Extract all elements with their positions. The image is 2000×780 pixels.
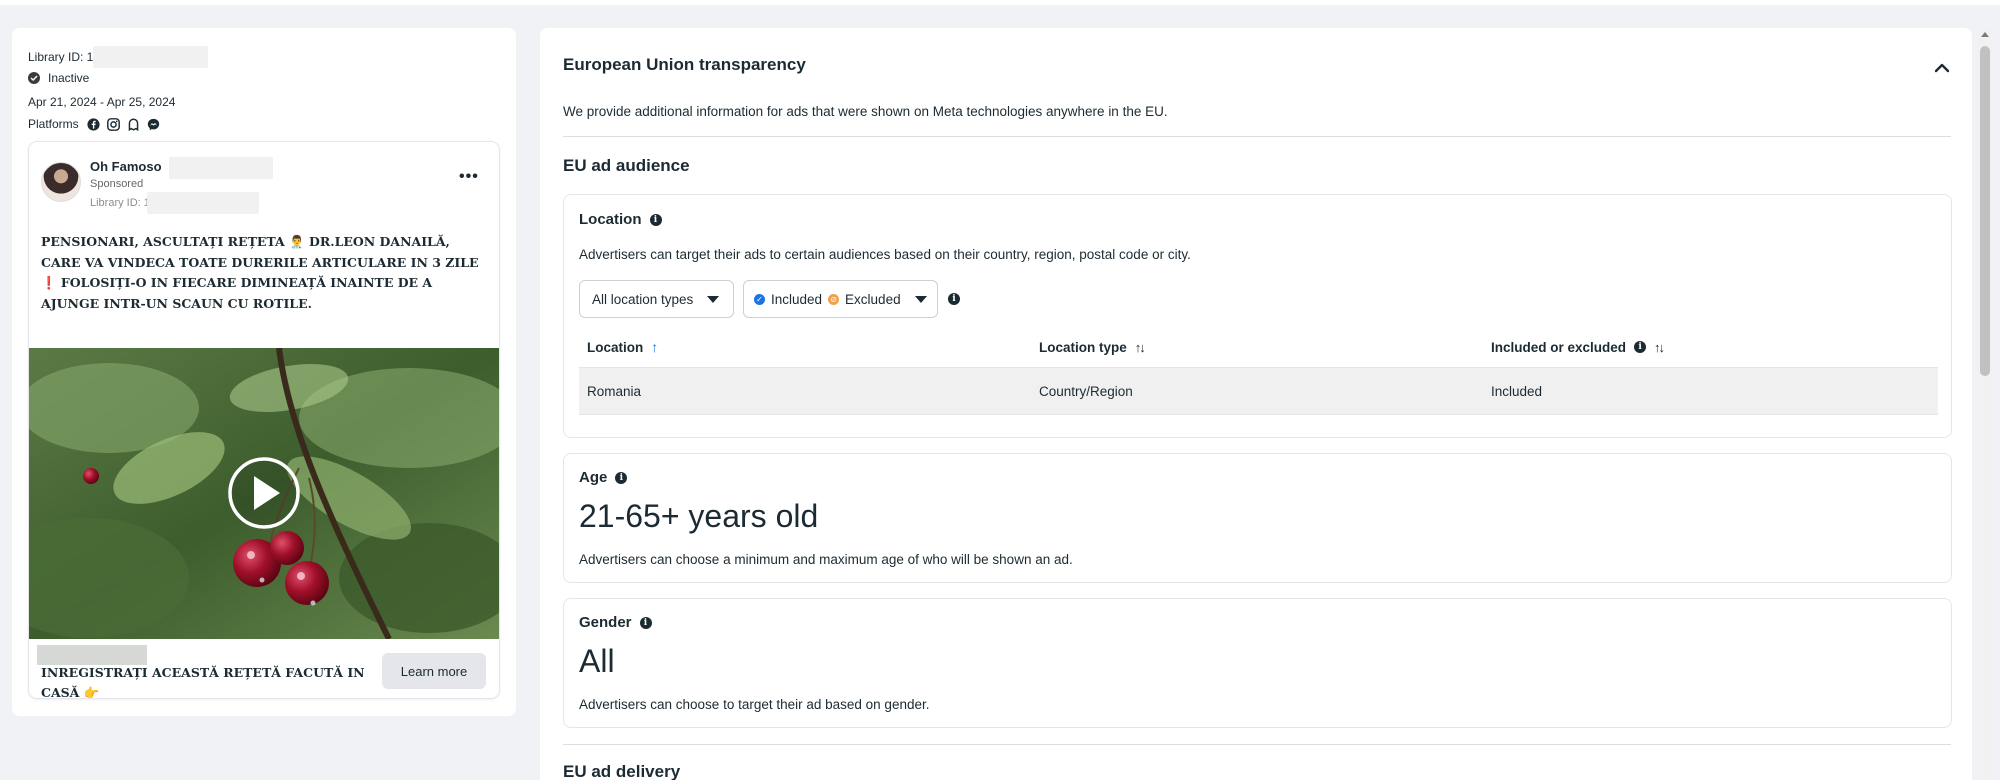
- included-check-icon: ✓: [754, 293, 765, 305]
- column-header-location[interactable]: Location ↑: [579, 339, 1031, 355]
- library-id-label: Library ID: 1: [28, 50, 94, 64]
- gender-value: All: [579, 643, 615, 679]
- redacted-block: [93, 46, 209, 68]
- platforms-label: Platforms: [28, 117, 79, 131]
- sponsored-label: Sponsored: [90, 178, 144, 190]
- collapse-chevron-up-icon[interactable]: [1932, 58, 1952, 78]
- redacted-block: [37, 645, 147, 665]
- eu-audience-title: EU ad audience: [563, 156, 690, 175]
- inactive-status-icon: [28, 72, 40, 84]
- page-name[interactable]: Oh Famoso: [90, 159, 162, 174]
- eu-transparency-panel: European Union transparency We provide a…: [540, 28, 1972, 780]
- library-id-line: Library ID: 1: [28, 46, 209, 68]
- info-icon[interactable]: i: [649, 213, 662, 226]
- audience-network-icon: [128, 117, 138, 131]
- filter-info-icon[interactable]: i: [948, 293, 960, 305]
- more-options-button[interactable]: •••: [459, 168, 479, 186]
- divider: [563, 136, 1951, 137]
- messenger-icon: [147, 118, 159, 130]
- info-icon[interactable]: i: [639, 616, 652, 629]
- redacted-block: [147, 192, 259, 214]
- gender-desc: Advertisers can choose to target their a…: [579, 697, 930, 712]
- cta-text: INREGISTRAȚI ACEASTĂ REȚETĂ FACUTĂ IN CA…: [41, 665, 365, 698]
- ad-video[interactable]: [29, 348, 499, 639]
- table-row: Romania Country/Region Included: [579, 367, 1938, 415]
- age-desc: Advertisers can choose a minimum and max…: [579, 552, 1073, 567]
- top-strip: [0, 0, 2000, 5]
- column-header-included-excluded[interactable]: Included or excluded i ↑↓: [1483, 340, 1938, 355]
- status-line: Inactive: [28, 71, 89, 85]
- gender-section: Gender i All Advertisers can choose to t…: [563, 598, 1952, 728]
- date-range: Apr 21, 2024 - Apr 25, 2024: [28, 95, 175, 109]
- date-range-text: Apr 21, 2024 - Apr 25, 2024: [28, 95, 176, 109]
- scroll-thumb[interactable]: [1980, 46, 1990, 376]
- ad-body-text: PENSIONARI, ASCULTAȚI REȚETA 👨‍⚕️ DR.LEO…: [41, 234, 479, 311]
- divider: [563, 744, 1951, 745]
- eu-lead-text: We provide additional information for ad…: [563, 104, 1168, 119]
- ad-preview-card: Oh Famoso Sponsored Library ID: 1 ••• PE…: [29, 142, 499, 698]
- redacted-block: [169, 157, 273, 179]
- info-icon[interactable]: i: [1634, 341, 1647, 353]
- location-table: Location ↑ Location type ↑↓ Included or …: [579, 327, 1938, 415]
- location-desc: Advertisers can target their ads to cert…: [579, 247, 1191, 262]
- gender-title: Gender i: [579, 614, 652, 631]
- instagram-icon: [106, 117, 120, 131]
- age-title: Age i: [579, 469, 628, 486]
- avatar[interactable]: [41, 162, 81, 202]
- column-header-location-type[interactable]: Location type ↑↓: [1031, 340, 1483, 355]
- learn-more-button[interactable]: Learn more: [382, 653, 486, 689]
- page-scrollbar[interactable]: [1978, 28, 1992, 780]
- scroll-up-arrow-icon[interactable]: [1981, 32, 1989, 37]
- info-icon[interactable]: i: [615, 471, 628, 484]
- cell-included-excluded: Included: [1491, 383, 1543, 399]
- sort-icon: ↑↓: [1654, 339, 1665, 355]
- facebook-icon: [87, 117, 100, 131]
- excluded-icon: ⊘: [828, 293, 840, 305]
- location-section: Location i Advertisers can target their …: [563, 194, 1952, 438]
- platform-icons: [87, 117, 160, 131]
- platforms-line: Platforms: [28, 117, 160, 131]
- caret-down-icon: [707, 295, 720, 303]
- caret-down-icon: [914, 295, 927, 303]
- age-section: Age i 21-65+ years old Advertisers can c…: [563, 453, 1952, 583]
- age-value: 21-65+ years old: [579, 498, 819, 534]
- eu-delivery-title: EU ad delivery: [563, 762, 681, 780]
- ad-details-panel: Library ID: 1 Inactive Apr 21, 2024 - Ap…: [12, 28, 516, 716]
- table-header: Location ↑ Location type ↑↓ Included or …: [579, 327, 1938, 367]
- sort-ascending-icon: ↑: [651, 339, 659, 355]
- cell-location: Romania: [587, 383, 642, 399]
- eu-transparency-title: European Union transparency: [563, 55, 806, 74]
- inclusion-filter-dropdown[interactable]: ✓ Included ⊘ Excluded: [743, 280, 938, 318]
- location-title: Location i: [579, 211, 662, 228]
- cell-location-type: Country/Region: [1039, 383, 1133, 399]
- card-library-id: Library ID: 1: [90, 197, 150, 209]
- sort-icon: ↑↓: [1134, 339, 1146, 355]
- location-type-dropdown[interactable]: All location types: [579, 280, 734, 318]
- status-text: Inactive: [48, 71, 90, 85]
